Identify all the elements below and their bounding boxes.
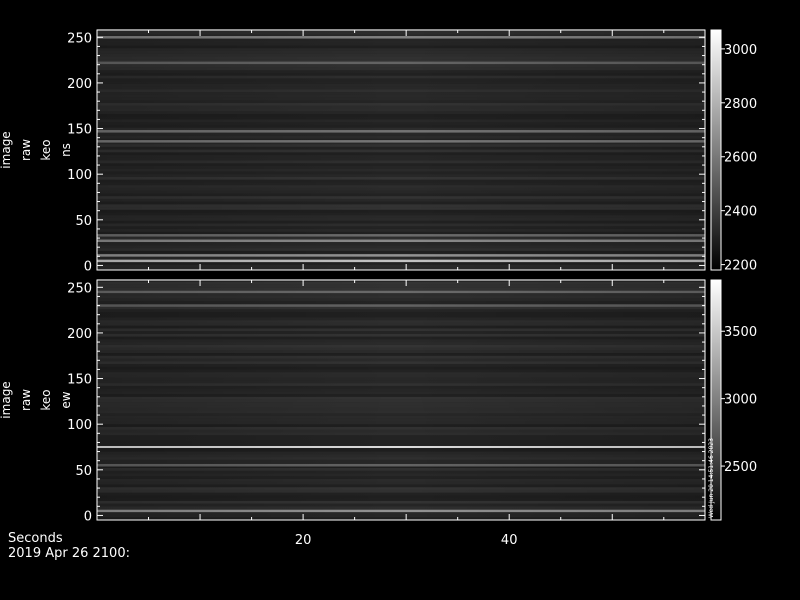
y-tick-label: 200 bbox=[67, 327, 92, 342]
image-shading bbox=[97, 30, 705, 270]
y-axis-label-line: ns bbox=[59, 143, 73, 157]
y-tick-label: 250 bbox=[67, 281, 92, 296]
x-tick-label: 20 bbox=[295, 533, 312, 548]
ns-keogram-panel: 0 50 100 150 200 250 image raw keo ns 2200 2400 2600… bbox=[0, 29, 757, 274]
y-tick-label: 150 bbox=[67, 373, 92, 388]
x-axis-title: Seconds bbox=[8, 531, 63, 546]
ew-keogram-panel: 0 50 100 150 200 250 20 40 image raw keo ew 2500 3000… bbox=[0, 279, 757, 548]
colorbar-tick-label: 3000 bbox=[724, 43, 757, 58]
y-tick-label: 50 bbox=[75, 214, 92, 229]
y-tick-label: 250 bbox=[67, 31, 92, 46]
y-tick-label: 100 bbox=[67, 418, 92, 433]
colorbar-tick-label: 2500 bbox=[724, 460, 757, 475]
colorbar-tick-label: 2600 bbox=[724, 151, 757, 166]
y-axis-label-line: image bbox=[0, 381, 13, 418]
y-tick-label: 0 bbox=[84, 259, 92, 274]
y-tick-label: 200 bbox=[67, 77, 92, 92]
x-tick-label: 40 bbox=[501, 533, 518, 548]
image-shading bbox=[97, 280, 705, 520]
colorbar-tick-label: 3000 bbox=[724, 393, 757, 408]
y-axis-label-line: image bbox=[0, 131, 13, 168]
keogram-figure: 050100150200250image raw keo ns220024002600… bbox=[0, 29, 757, 561]
colorbar-tick-label: 2800 bbox=[724, 97, 757, 112]
timestamp-label: Wed Jun 20 14:51:46 2023 bbox=[708, 438, 715, 518]
y-tick-label: 100 bbox=[67, 168, 92, 183]
y-axis-label-line: raw bbox=[19, 139, 33, 161]
colorbar-tick-label: 2200 bbox=[724, 259, 757, 274]
y-axis-label-line: raw bbox=[19, 389, 33, 411]
y-axis-label-line: keo bbox=[39, 389, 53, 410]
y-tick-label: 0 bbox=[84, 509, 92, 524]
colorbar-tick-label: 2400 bbox=[724, 205, 757, 220]
y-tick-label: 150 bbox=[67, 123, 92, 138]
colorbar bbox=[710, 29, 722, 271]
y-axis-label-line: keo bbox=[39, 139, 53, 160]
date-label: 2019 Apr 26 2100: bbox=[8, 546, 130, 561]
y-axis-label-line: ew bbox=[59, 391, 73, 408]
colorbar-tick-label: 3500 bbox=[724, 325, 757, 340]
y-tick-label: 50 bbox=[75, 464, 92, 479]
